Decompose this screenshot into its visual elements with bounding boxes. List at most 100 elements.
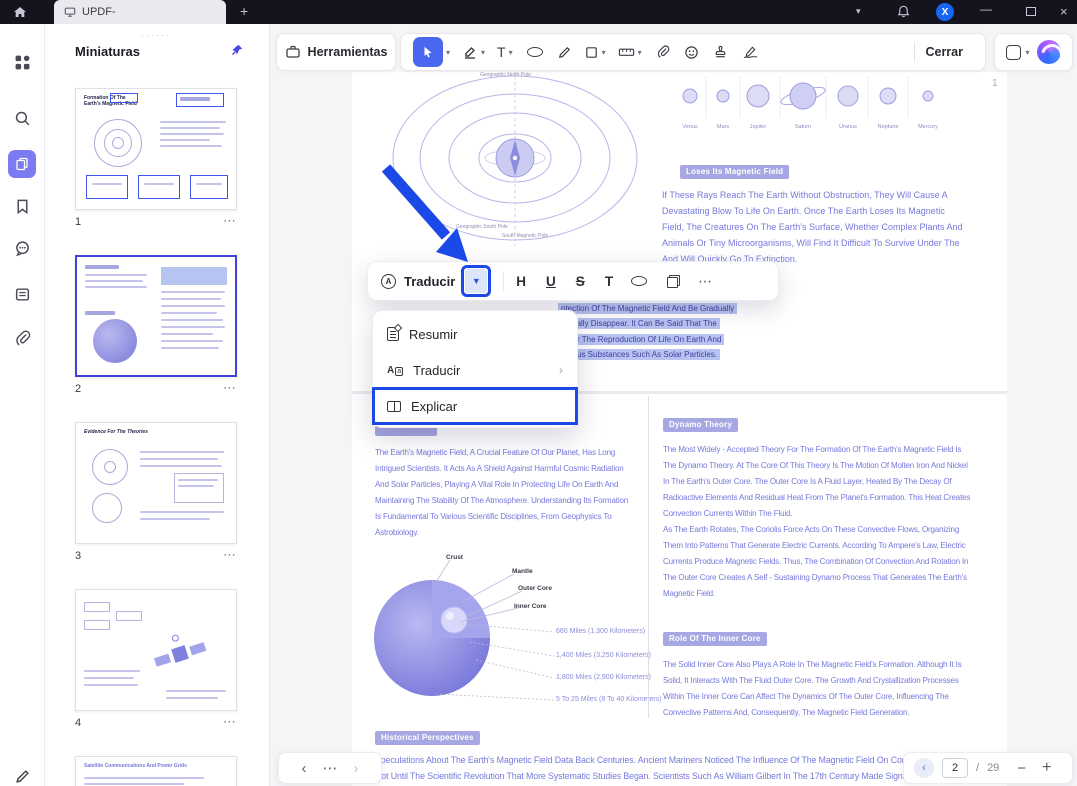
page-thumbnail-3[interactable]: Evidence For The Theories	[75, 422, 237, 544]
chevron-right-icon: ›	[559, 363, 563, 377]
more-actions-button[interactable]: ⋯	[698, 273, 712, 290]
tools-icon	[285, 44, 301, 60]
avatar[interactable]: X	[936, 3, 954, 21]
thumb-sketch	[138, 175, 180, 199]
planet-label: Mercury	[918, 124, 938, 130]
thumb-menu-button[interactable]: ⋯	[223, 714, 237, 730]
panel-drag-handle[interactable]: ······	[141, 30, 171, 40]
view-options-icon[interactable]	[1006, 44, 1022, 60]
thumb-sketch	[161, 298, 221, 300]
menu-item-summarize[interactable]: Resumir	[373, 316, 577, 352]
maximize-button[interactable]	[1026, 7, 1036, 16]
paperclip-icon[interactable]	[14, 330, 31, 347]
thumb-sketch	[166, 690, 226, 692]
next-view-button[interactable]: ›	[354, 760, 359, 777]
thumb-sketch	[166, 697, 218, 699]
chevron-down-icon[interactable]: ▾	[509, 48, 513, 57]
thumb-menu-button[interactable]: ⋯	[223, 547, 237, 563]
close-annotation-button[interactable]: Cerrar	[925, 45, 963, 59]
bell-icon[interactable]	[896, 4, 911, 19]
previous-page-button[interactable]: ‹	[914, 758, 934, 778]
chevron-down-icon[interactable]: ▾	[856, 6, 861, 17]
thumb-sketch	[161, 347, 219, 349]
planet-label: Mars	[716, 124, 730, 130]
core-measurement: 660 Miles (1,300 Kilometers)	[556, 628, 646, 635]
zoom-in-button[interactable]: +	[1042, 759, 1051, 777]
apps-grid-icon[interactable]	[14, 54, 31, 71]
thumb-sketch	[160, 145, 222, 147]
chevron-down-icon[interactable]: ▾	[602, 48, 606, 57]
core-measurement: 1,400 Miles (3,250 Kilometers)	[556, 652, 651, 659]
thumb-sketch	[144, 183, 174, 185]
thumb-menu-button[interactable]: ⋯	[223, 380, 237, 396]
search-icon[interactable]	[14, 110, 31, 127]
titlebar: UPDF- + ▾ X — ×	[0, 0, 1077, 24]
paragraph-line: The Earth's Magnetic Field, A Crucial Fe…	[375, 448, 616, 457]
thumb-menu-button[interactable]: ⋯	[223, 213, 237, 229]
bookmark-icon[interactable]	[14, 198, 31, 215]
popup-divider	[503, 271, 505, 291]
chevron-down-icon[interactable]: ▾	[1025, 48, 1029, 57]
new-tab-button[interactable]: +	[240, 3, 248, 19]
signature-tool[interactable]	[742, 45, 759, 59]
home-icon[interactable]	[12, 4, 28, 20]
ai-actions-chevron-annotated[interactable]: ▼	[461, 265, 492, 297]
text-button[interactable]: T	[605, 274, 613, 289]
thumb-satellite	[145, 619, 216, 690]
ellipse-comment-tool[interactable]	[526, 47, 543, 57]
explain-icon	[387, 400, 401, 412]
pencil-tool[interactable]	[557, 45, 572, 60]
strikethrough-button[interactable]: S	[576, 274, 585, 289]
close-button[interactable]: ×	[1060, 4, 1068, 19]
copy-button[interactable]	[667, 274, 681, 288]
stamp-tool[interactable]	[713, 45, 728, 60]
thumb-sphere	[93, 319, 137, 363]
page-thumbnail-1[interactable]: Formation Of The Earth's Magnetic Field	[75, 88, 237, 210]
underline-button[interactable]: U	[546, 274, 556, 289]
menu-item-explain-annotated[interactable]: Explicar	[372, 387, 578, 425]
paragraph-line: Intrigued Scientists. It Acts As A Shiel…	[375, 464, 624, 473]
updf-ai-icon[interactable]	[1036, 40, 1061, 64]
sticker-tool[interactable]	[684, 45, 699, 60]
chevron-down-icon[interactable]: ▾	[446, 48, 450, 57]
highlight-text-button[interactable]: H	[516, 274, 526, 289]
page-thumbnail-2-selected[interactable]	[75, 255, 237, 377]
prev-view-button[interactable]: ‹	[302, 760, 307, 777]
zoom-out-button[interactable]: −	[1017, 760, 1026, 777]
chevron-down-icon[interactable]: ▾	[481, 48, 485, 57]
comments-icon[interactable]	[14, 240, 31, 257]
paragraph-line: The Most Widely - Accepted Theory For Th…	[663, 445, 962, 454]
chevron-down-icon[interactable]: ▼	[465, 269, 488, 293]
thumb-sketch	[84, 677, 134, 679]
thumb-sketch	[104, 461, 116, 473]
thumb-sketch	[160, 127, 220, 129]
paragraph-line: Devastating Blow To Life On Earth. Once …	[662, 206, 945, 216]
translate-button[interactable]: Traducir	[404, 274, 455, 289]
pen-mode-icon[interactable]	[14, 768, 31, 785]
planet-label: Uranus	[839, 124, 857, 130]
thumb-sketch	[85, 280, 143, 282]
more-options-button[interactable]: ⋯	[323, 759, 338, 777]
highlight-tool[interactable]	[462, 44, 478, 60]
ellipse-button[interactable]	[631, 276, 648, 286]
tools-button[interactable]: Herramientas	[276, 33, 396, 71]
notes-icon[interactable]	[14, 286, 31, 303]
paragraph-line: Field, The Creatures On The Earth's Surf…	[662, 222, 963, 232]
select-tool-active[interactable]	[413, 37, 443, 67]
thumb-sketch	[84, 783, 184, 785]
document-tab[interactable]: UPDF-	[54, 0, 226, 24]
measure-tool[interactable]	[618, 46, 635, 58]
toolbar-right-group: ▾	[994, 33, 1073, 71]
menu-item-translate[interactable]: Aa Traducir ›	[373, 352, 577, 388]
shape-tool[interactable]	[584, 45, 599, 60]
chevron-down-icon[interactable]: ▾	[638, 48, 642, 57]
page-thumbnail-4[interactable]	[75, 589, 237, 711]
minimize-button[interactable]: —	[980, 2, 992, 16]
attachment-tool[interactable]	[656, 45, 670, 59]
sidebar-item-thumbnails-active[interactable]	[8, 150, 36, 178]
page-thumbnail-5[interactable]: Satellite Communications And Power Grids	[75, 756, 237, 786]
current-page-input[interactable]: 2	[942, 758, 968, 778]
pin-icon[interactable]	[230, 43, 244, 57]
paragraph-line: Within The Inner Core Can Affect The Dyn…	[663, 692, 949, 701]
text-tool[interactable]: T	[497, 44, 506, 60]
